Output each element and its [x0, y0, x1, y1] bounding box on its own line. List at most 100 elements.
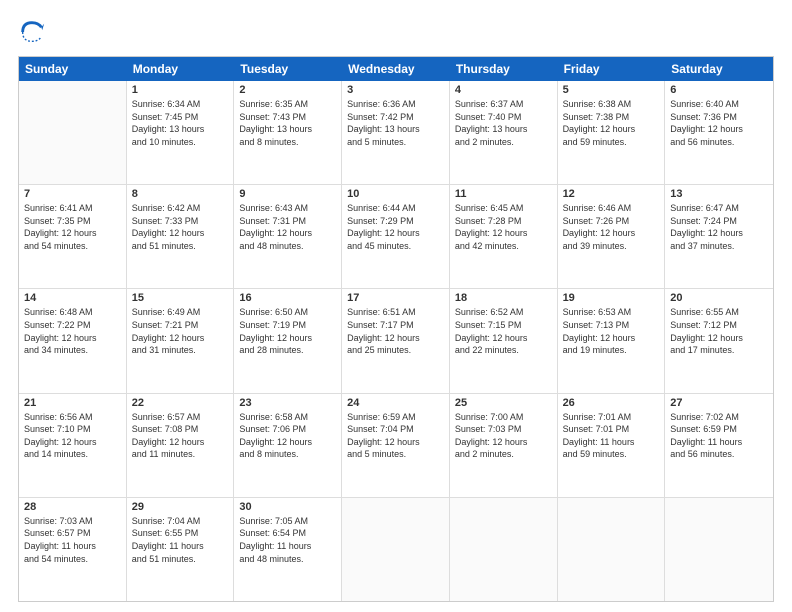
calendar-cell: 6 Sunrise: 6:40 AM Sunset: 7:36 PM Daylig… [665, 81, 773, 184]
day-info: Sunrise: 6:53 AM Sunset: 7:13 PM Dayligh… [563, 306, 660, 356]
weekday-saturday: Saturday [665, 57, 773, 81]
day-number: 8 [132, 188, 229, 200]
day-number: 13 [670, 188, 768, 200]
weekday-thursday: Thursday [450, 57, 558, 81]
day-number: 26 [563, 397, 660, 409]
day-info: Sunrise: 6:55 AM Sunset: 7:12 PM Dayligh… [670, 306, 768, 356]
calendar-cell [450, 498, 558, 601]
calendar-cell: 29 Sunrise: 7:04 AM Sunset: 6:55 PM Dayli… [127, 498, 235, 601]
calendar-cell: 23 Sunrise: 6:58 AM Sunset: 7:06 PM Dayli… [234, 394, 342, 497]
page: SundayMondayTuesdayWednesdayThursdayFrid… [0, 0, 792, 612]
calendar-row-0: 1 Sunrise: 6:34 AM Sunset: 7:45 PM Daylig… [19, 81, 773, 185]
calendar-header: SundayMondayTuesdayWednesdayThursdayFrid… [19, 57, 773, 81]
calendar-cell: 24 Sunrise: 6:59 AM Sunset: 7:04 PM Dayli… [342, 394, 450, 497]
logo [18, 18, 50, 46]
day-info: Sunrise: 6:47 AM Sunset: 7:24 PM Dayligh… [670, 202, 768, 252]
day-number: 12 [563, 188, 660, 200]
day-number: 17 [347, 292, 444, 304]
calendar-cell: 2 Sunrise: 6:35 AM Sunset: 7:43 PM Daylig… [234, 81, 342, 184]
day-number: 11 [455, 188, 552, 200]
day-info: Sunrise: 6:51 AM Sunset: 7:17 PM Dayligh… [347, 306, 444, 356]
calendar-body: 1 Sunrise: 6:34 AM Sunset: 7:45 PM Daylig… [19, 81, 773, 601]
day-number: 7 [24, 188, 121, 200]
calendar-cell: 5 Sunrise: 6:38 AM Sunset: 7:38 PM Daylig… [558, 81, 666, 184]
logo-icon [18, 18, 46, 46]
day-info: Sunrise: 6:52 AM Sunset: 7:15 PM Dayligh… [455, 306, 552, 356]
calendar-cell: 20 Sunrise: 6:55 AM Sunset: 7:12 PM Dayli… [665, 289, 773, 392]
day-number: 6 [670, 84, 768, 96]
calendar-cell: 19Sunrise: 6:53 AM Sunset: 7:13 PM Dayli… [558, 289, 666, 392]
day-number: 9 [239, 188, 336, 200]
calendar-cell: 7Sunrise: 6:41 AM Sunset: 7:35 PM Daylig… [19, 185, 127, 288]
weekday-friday: Friday [558, 57, 666, 81]
calendar-cell: 8Sunrise: 6:42 AM Sunset: 7:33 PM Daylig… [127, 185, 235, 288]
day-info: Sunrise: 6:46 AM Sunset: 7:26 PM Dayligh… [563, 202, 660, 252]
day-number: 28 [24, 501, 121, 513]
calendar-cell: 26 Sunrise: 7:01 AM Sunset: 7:01 PM Dayli… [558, 394, 666, 497]
day-number: 29 [132, 501, 229, 513]
day-info: Sunrise: 6:37 AM Sunset: 7:40 PM Dayligh… [455, 98, 552, 148]
day-info: Sunrise: 7:02 AM Sunset: 6:59 PM Dayligh… [670, 411, 768, 461]
day-info: Sunrise: 6:49 AM Sunset: 7:21 PM Dayligh… [132, 306, 229, 356]
calendar-cell: 16Sunrise: 6:50 AM Sunset: 7:19 PM Dayli… [234, 289, 342, 392]
calendar-cell: 3Sunrise: 6:36 AM Sunset: 7:42 PM Daylig… [342, 81, 450, 184]
day-info: Sunrise: 6:35 AM Sunset: 7:43 PM Dayligh… [239, 98, 336, 148]
calendar-cell: 30 Sunrise: 7:05 AM Sunset: 6:54 PM Dayli… [234, 498, 342, 601]
weekday-wednesday: Wednesday [342, 57, 450, 81]
header [18, 18, 774, 46]
calendar-row-3: 21Sunrise: 6:56 AM Sunset: 7:10 PM Dayli… [19, 394, 773, 498]
calendar-cell [342, 498, 450, 601]
day-number: 18 [455, 292, 552, 304]
day-number: 21 [24, 397, 121, 409]
day-number: 16 [239, 292, 336, 304]
day-number: 5 [563, 84, 660, 96]
day-info: Sunrise: 6:38 AM Sunset: 7:38 PM Dayligh… [563, 98, 660, 148]
calendar-cell [665, 498, 773, 601]
day-number: 23 [239, 397, 336, 409]
calendar-row-1: 7Sunrise: 6:41 AM Sunset: 7:35 PM Daylig… [19, 185, 773, 289]
day-number: 20 [670, 292, 768, 304]
calendar-cell [19, 81, 127, 184]
day-info: Sunrise: 6:59 AM Sunset: 7:04 PM Dayligh… [347, 411, 444, 461]
day-number: 27 [670, 397, 768, 409]
weekday-sunday: Sunday [19, 57, 127, 81]
day-info: Sunrise: 7:05 AM Sunset: 6:54 PM Dayligh… [239, 515, 336, 565]
day-number: 15 [132, 292, 229, 304]
day-info: Sunrise: 6:45 AM Sunset: 7:28 PM Dayligh… [455, 202, 552, 252]
calendar-cell: 17 Sunrise: 6:51 AM Sunset: 7:17 PM Dayli… [342, 289, 450, 392]
calendar-cell: 4 Sunrise: 6:37 AM Sunset: 7:40 PM Daylig… [450, 81, 558, 184]
day-number: 2 [239, 84, 336, 96]
calendar-cell: 22 Sunrise: 6:57 AM Sunset: 7:08 PM Dayli… [127, 394, 235, 497]
calendar-cell: 25Sunrise: 7:00 AM Sunset: 7:03 PM Dayli… [450, 394, 558, 497]
day-info: Sunrise: 7:00 AM Sunset: 7:03 PM Dayligh… [455, 411, 552, 461]
calendar-cell: 18 Sunrise: 6:52 AM Sunset: 7:15 PM Dayli… [450, 289, 558, 392]
day-info: Sunrise: 6:58 AM Sunset: 7:06 PM Dayligh… [239, 411, 336, 461]
day-number: 30 [239, 501, 336, 513]
calendar-cell: 11 Sunrise: 6:45 AM Sunset: 7:28 PM Dayli… [450, 185, 558, 288]
calendar-cell: 14 Sunrise: 6:48 AM Sunset: 7:22 PM Dayli… [19, 289, 127, 392]
calendar-cell: 9Sunrise: 6:43 AM Sunset: 7:31 PM Daylig… [234, 185, 342, 288]
day-info: Sunrise: 6:48 AM Sunset: 7:22 PM Dayligh… [24, 306, 121, 356]
calendar: SundayMondayTuesdayWednesdayThursdayFrid… [18, 56, 774, 602]
day-number: 10 [347, 188, 444, 200]
day-info: Sunrise: 6:40 AM Sunset: 7:36 PM Dayligh… [670, 98, 768, 148]
day-number: 4 [455, 84, 552, 96]
day-number: 1 [132, 84, 229, 96]
day-number: 22 [132, 397, 229, 409]
calendar-cell [558, 498, 666, 601]
day-number: 14 [24, 292, 121, 304]
weekday-monday: Monday [127, 57, 235, 81]
day-info: Sunrise: 6:44 AM Sunset: 7:29 PM Dayligh… [347, 202, 444, 252]
day-number: 3 [347, 84, 444, 96]
day-info: Sunrise: 6:57 AM Sunset: 7:08 PM Dayligh… [132, 411, 229, 461]
weekday-tuesday: Tuesday [234, 57, 342, 81]
calendar-cell: 28Sunrise: 7:03 AM Sunset: 6:57 PM Dayli… [19, 498, 127, 601]
calendar-cell: 12 Sunrise: 6:46 AM Sunset: 7:26 PM Dayli… [558, 185, 666, 288]
calendar-cell: 10 Sunrise: 6:44 AM Sunset: 7:29 PM Dayli… [342, 185, 450, 288]
day-info: Sunrise: 6:34 AM Sunset: 7:45 PM Dayligh… [132, 98, 229, 148]
calendar-cell: 1 Sunrise: 6:34 AM Sunset: 7:45 PM Daylig… [127, 81, 235, 184]
calendar-cell: 27 Sunrise: 7:02 AM Sunset: 6:59 PM Dayli… [665, 394, 773, 497]
day-info: Sunrise: 7:04 AM Sunset: 6:55 PM Dayligh… [132, 515, 229, 565]
day-info: Sunrise: 7:01 AM Sunset: 7:01 PM Dayligh… [563, 411, 660, 461]
day-number: 24 [347, 397, 444, 409]
